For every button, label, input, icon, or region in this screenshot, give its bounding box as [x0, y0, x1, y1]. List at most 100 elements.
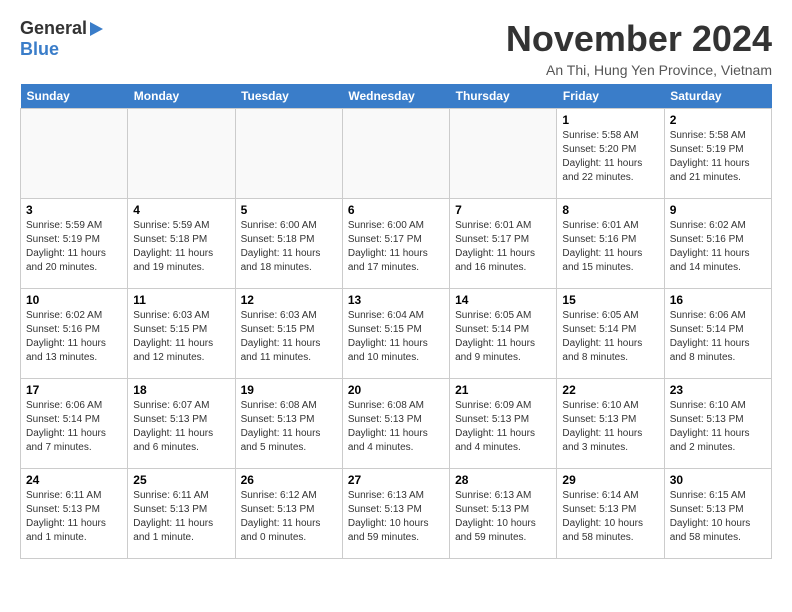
day-cell	[342, 109, 449, 199]
week-row-5: 24Sunrise: 6:11 AM Sunset: 5:13 PM Dayli…	[21, 469, 772, 559]
day-info: Sunrise: 6:08 AM Sunset: 5:13 PM Dayligh…	[348, 399, 444, 455]
logo-line2: Blue	[20, 39, 103, 60]
day-info: Sunrise: 6:15 AM Sunset: 5:13 PM Dayligh…	[670, 489, 766, 545]
week-row-1: 1 Sunrise: 5:58 AM Sunset: 5:20 PM Daylig…	[21, 109, 772, 199]
day-number: 5	[241, 203, 337, 217]
day-cell: 22Sunrise: 6:10 AM Sunset: 5:13 PM Dayli…	[557, 379, 664, 469]
day-info: Sunrise: 6:02 AM Sunset: 5:16 PM Dayligh…	[26, 309, 122, 365]
day-info: Sunrise: 6:10 AM Sunset: 5:13 PM Dayligh…	[670, 399, 766, 455]
month-title: November 2024	[506, 18, 772, 60]
day-number: 10	[26, 293, 122, 307]
day-number: 26	[241, 473, 337, 487]
day-number: 3	[26, 203, 122, 217]
day-number: 7	[455, 203, 551, 217]
day-cell: 2 Sunrise: 5:58 AM Sunset: 5:19 PM Daylig…	[664, 109, 771, 199]
day-number: 8	[562, 203, 658, 217]
day-info: Sunrise: 6:06 AM Sunset: 5:14 PM Dayligh…	[670, 309, 766, 365]
col-header-friday: Friday	[557, 84, 664, 109]
day-number: 15	[562, 293, 658, 307]
day-info: Sunrise: 5:58 AM Sunset: 5:20 PM Dayligh…	[562, 129, 658, 185]
week-row-4: 17 Sunrise: 6:06 AM Sunset: 5:14 PM Dayli…	[21, 379, 772, 469]
day-number: 4	[133, 203, 229, 217]
day-info: Sunrise: 6:05 AM Sunset: 5:14 PM Dayligh…	[562, 309, 658, 365]
day-number: 20	[348, 383, 444, 397]
day-cell: 14 Sunrise: 6:05 AM Sunset: 5:14 PM Dayli…	[450, 289, 557, 379]
day-cell: 29 Sunrise: 6:14 AM Sunset: 5:13 PM Dayli…	[557, 469, 664, 559]
day-info: Sunrise: 6:06 AM Sunset: 5:14 PM Dayligh…	[26, 399, 122, 455]
day-info: Sunrise: 6:12 AM Sunset: 5:13 PM Dayligh…	[241, 489, 337, 545]
day-info: Sunrise: 6:00 AM Sunset: 5:17 PM Dayligh…	[348, 219, 444, 275]
day-number: 14	[455, 293, 551, 307]
day-number: 25	[133, 473, 229, 487]
day-info: Sunrise: 5:58 AM Sunset: 5:19 PM Dayligh…	[670, 129, 766, 185]
day-cell: 30Sunrise: 6:15 AM Sunset: 5:13 PM Dayli…	[664, 469, 771, 559]
day-cell: 13 Sunrise: 6:04 AM Sunset: 5:15 PM Dayli…	[342, 289, 449, 379]
day-number: 9	[670, 203, 766, 217]
col-header-saturday: Saturday	[664, 84, 771, 109]
day-cell: 9 Sunrise: 6:02 AM Sunset: 5:16 PM Daylig…	[664, 199, 771, 289]
day-number: 18	[133, 383, 229, 397]
day-cell: 27 Sunrise: 6:13 AM Sunset: 5:13 PM Dayli…	[342, 469, 449, 559]
logo-line1: General	[20, 18, 103, 39]
header: General Blue November 2024 An Thi, Hung …	[20, 18, 772, 78]
week-row-2: 3Sunrise: 5:59 AM Sunset: 5:19 PM Daylig…	[21, 199, 772, 289]
day-info: Sunrise: 6:03 AM Sunset: 5:15 PM Dayligh…	[133, 309, 229, 365]
day-cell: 21 Sunrise: 6:09 AM Sunset: 5:13 PM Dayli…	[450, 379, 557, 469]
day-info: Sunrise: 6:02 AM Sunset: 5:16 PM Dayligh…	[670, 219, 766, 275]
header-row: SundayMondayTuesdayWednesdayThursdayFrid…	[21, 84, 772, 109]
col-header-wednesday: Wednesday	[342, 84, 449, 109]
day-cell: 15 Sunrise: 6:05 AM Sunset: 5:14 PM Dayli…	[557, 289, 664, 379]
day-cell: 18 Sunrise: 6:07 AM Sunset: 5:13 PM Dayli…	[128, 379, 235, 469]
day-cell: 6Sunrise: 6:00 AM Sunset: 5:17 PM Daylig…	[342, 199, 449, 289]
logo: General Blue	[20, 18, 103, 59]
day-number: 13	[348, 293, 444, 307]
day-cell: 8 Sunrise: 6:01 AM Sunset: 5:16 PM Daylig…	[557, 199, 664, 289]
day-info: Sunrise: 6:11 AM Sunset: 5:13 PM Dayligh…	[133, 489, 229, 545]
day-cell: 20 Sunrise: 6:08 AM Sunset: 5:13 PM Dayli…	[342, 379, 449, 469]
location: An Thi, Hung Yen Province, Vietnam	[506, 62, 772, 78]
day-cell: 12 Sunrise: 6:03 AM Sunset: 5:15 PM Dayli…	[235, 289, 342, 379]
day-info: Sunrise: 6:03 AM Sunset: 5:15 PM Dayligh…	[241, 309, 337, 365]
day-number: 21	[455, 383, 551, 397]
day-info: Sunrise: 5:59 AM Sunset: 5:18 PM Dayligh…	[133, 219, 229, 275]
day-info: Sunrise: 6:08 AM Sunset: 5:13 PM Dayligh…	[241, 399, 337, 455]
day-cell: 25 Sunrise: 6:11 AM Sunset: 5:13 PM Dayli…	[128, 469, 235, 559]
day-number: 22	[562, 383, 658, 397]
day-info: Sunrise: 6:04 AM Sunset: 5:15 PM Dayligh…	[348, 309, 444, 365]
day-cell: 16Sunrise: 6:06 AM Sunset: 5:14 PM Dayli…	[664, 289, 771, 379]
col-header-sunday: Sunday	[21, 84, 128, 109]
day-cell	[450, 109, 557, 199]
day-number: 28	[455, 473, 551, 487]
day-info: Sunrise: 6:13 AM Sunset: 5:13 PM Dayligh…	[348, 489, 444, 545]
day-cell	[21, 109, 128, 199]
day-info: Sunrise: 6:01 AM Sunset: 5:16 PM Dayligh…	[562, 219, 658, 275]
header-right: November 2024 An Thi, Hung Yen Province,…	[506, 18, 772, 78]
day-number: 1	[562, 113, 658, 127]
page: General Blue November 2024 An Thi, Hung …	[0, 0, 792, 569]
day-cell: 3Sunrise: 5:59 AM Sunset: 5:19 PM Daylig…	[21, 199, 128, 289]
calendar-table: SundayMondayTuesdayWednesdayThursdayFrid…	[20, 84, 772, 559]
week-row-3: 10 Sunrise: 6:02 AM Sunset: 5:16 PM Dayli…	[21, 289, 772, 379]
day-number: 12	[241, 293, 337, 307]
day-number: 19	[241, 383, 337, 397]
day-cell	[128, 109, 235, 199]
day-number: 2	[670, 113, 766, 127]
day-cell: 1 Sunrise: 5:58 AM Sunset: 5:20 PM Daylig…	[557, 109, 664, 199]
day-cell: 28 Sunrise: 6:13 AM Sunset: 5:13 PM Dayli…	[450, 469, 557, 559]
day-info: Sunrise: 6:13 AM Sunset: 5:13 PM Dayligh…	[455, 489, 551, 545]
day-cell: 4 Sunrise: 5:59 AM Sunset: 5:18 PM Daylig…	[128, 199, 235, 289]
day-cell: 26 Sunrise: 6:12 AM Sunset: 5:13 PM Dayli…	[235, 469, 342, 559]
day-info: Sunrise: 6:00 AM Sunset: 5:18 PM Dayligh…	[241, 219, 337, 275]
day-cell	[235, 109, 342, 199]
day-info: Sunrise: 6:07 AM Sunset: 5:13 PM Dayligh…	[133, 399, 229, 455]
day-cell: 24Sunrise: 6:11 AM Sunset: 5:13 PM Dayli…	[21, 469, 128, 559]
day-info: Sunrise: 6:14 AM Sunset: 5:13 PM Dayligh…	[562, 489, 658, 545]
day-info: Sunrise: 6:09 AM Sunset: 5:13 PM Dayligh…	[455, 399, 551, 455]
day-info: Sunrise: 6:05 AM Sunset: 5:14 PM Dayligh…	[455, 309, 551, 365]
day-number: 29	[562, 473, 658, 487]
day-number: 17	[26, 383, 122, 397]
day-number: 27	[348, 473, 444, 487]
day-info: Sunrise: 6:11 AM Sunset: 5:13 PM Dayligh…	[26, 489, 122, 545]
day-cell: 5 Sunrise: 6:00 AM Sunset: 5:18 PM Daylig…	[235, 199, 342, 289]
day-cell: 17 Sunrise: 6:06 AM Sunset: 5:14 PM Dayli…	[21, 379, 128, 469]
